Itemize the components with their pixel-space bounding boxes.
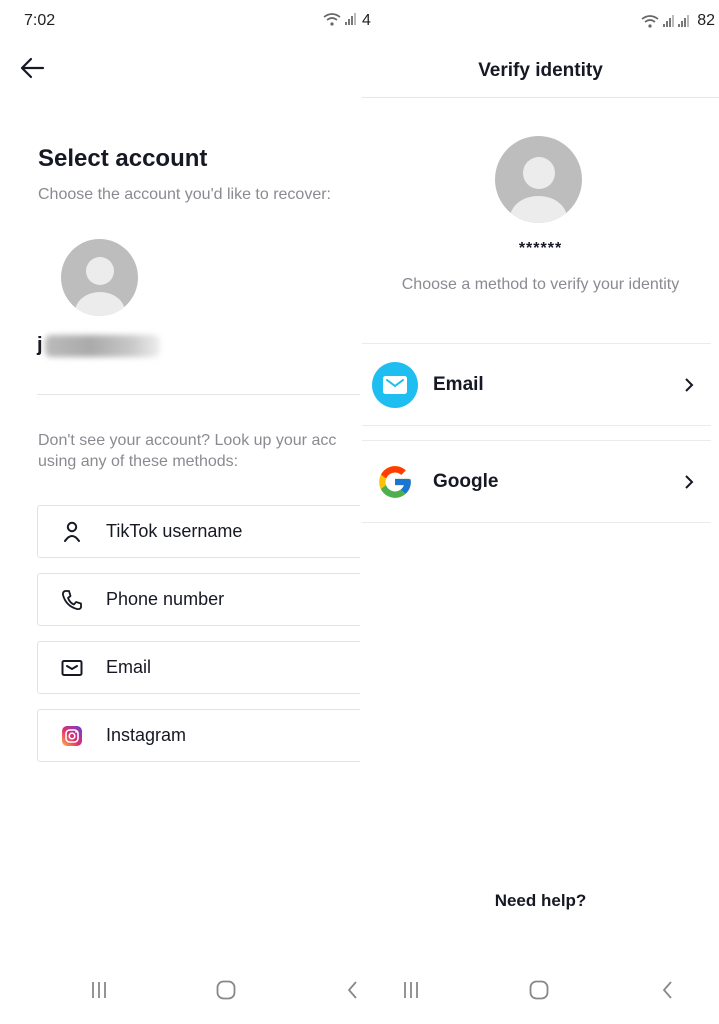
lookup-line-1: Don't see your account? Look up your acc — [38, 432, 337, 449]
select-account-screen: 7:02 Select account Choose the account y… — [0, 0, 360, 1024]
page-header: Verify identity — [362, 44, 719, 98]
status-bar: 7:02 — [0, 0, 360, 44]
signal-icon-2 — [678, 15, 690, 27]
method-instagram[interactable]: Instagram — [37, 709, 360, 762]
account-username[interactable]: j — [37, 334, 160, 357]
verify-option-label: Email — [433, 373, 484, 395]
masked-username: ****** — [518, 240, 563, 257]
battery-level: 82 — [697, 12, 715, 29]
method-email[interactable]: Email — [37, 641, 360, 694]
wifi-icon — [641, 15, 659, 28]
verify-methods-list: Email Google — [362, 343, 711, 537]
username-redaction — [44, 334, 160, 357]
username-initial: j — [37, 334, 43, 356]
signal-icon — [345, 13, 356, 25]
back-nav-icon — [347, 981, 357, 999]
back-nav-icon — [662, 981, 672, 999]
arrow-left-icon — [20, 57, 45, 79]
method-label: Phone number — [106, 589, 225, 609]
method-phone-number[interactable]: Phone number — [37, 573, 360, 626]
chevron-right-icon — [681, 377, 697, 393]
home-button[interactable] — [524, 976, 554, 1004]
status-time: 4 — [362, 12, 371, 29]
method-label: Instagram — [106, 725, 187, 745]
lookup-methods-list: TikTok username Phone number Email Insta… — [37, 505, 360, 777]
verify-identity-screen: 4 82 Verify identity ****** Choose a met… — [362, 0, 719, 1024]
google-icon — [372, 459, 418, 505]
home-button[interactable] — [211, 976, 241, 1004]
status-icons: 82 — [641, 12, 715, 30]
recent-apps-button[interactable] — [84, 976, 114, 1004]
back-button[interactable] — [16, 52, 48, 84]
method-label: Email — [106, 657, 152, 677]
signal-icon — [663, 15, 675, 27]
recent-apps-icon — [404, 982, 418, 998]
lookup-line-2: using any of these methods: — [38, 453, 239, 470]
system-nav-bar — [0, 970, 360, 1010]
account-avatar — [495, 136, 582, 223]
verify-email-option[interactable]: Email — [362, 343, 711, 426]
system-nav-bar — [362, 970, 719, 1010]
recent-apps-button[interactable] — [396, 976, 426, 1004]
verify-option-label: Google — [433, 470, 499, 492]
person-icon — [60, 520, 84, 544]
back-nav-button[interactable] — [652, 976, 682, 1004]
avatar-body — [510, 196, 567, 223]
method-tiktok-username[interactable]: TikTok username — [37, 505, 360, 558]
status-time: 7:02 — [24, 12, 56, 29]
avatar-head — [523, 157, 555, 189]
verify-google-option[interactable]: Google — [362, 440, 711, 523]
back-nav-button[interactable] — [337, 976, 360, 1004]
envelope-icon — [60, 656, 84, 680]
avatar-head — [86, 257, 114, 285]
home-icon — [529, 980, 549, 1000]
method-label: TikTok username — [106, 521, 243, 541]
chevron-right-icon — [681, 474, 697, 490]
phone-icon — [60, 588, 84, 612]
avatar-body — [75, 292, 125, 316]
page-title: Verify identity — [478, 59, 603, 81]
wifi-icon — [323, 13, 341, 26]
verify-instruction: Choose a method to verify your identity — [401, 276, 680, 293]
email-circle-icon — [372, 361, 418, 408]
divider — [37, 394, 360, 395]
page-title: Select account — [38, 145, 208, 172]
need-help-link[interactable]: Need help? — [362, 891, 719, 911]
lookup-instructions: Don't see your account? Look up your acc… — [38, 430, 360, 472]
status-bar: 4 82 — [362, 0, 719, 44]
account-avatar[interactable] — [61, 239, 138, 316]
recent-apps-icon — [92, 982, 106, 998]
status-icons — [323, 12, 356, 26]
home-icon — [216, 980, 236, 1000]
page-subtitle: Choose the account you'd like to recover… — [38, 186, 331, 203]
instagram-icon — [60, 724, 84, 748]
